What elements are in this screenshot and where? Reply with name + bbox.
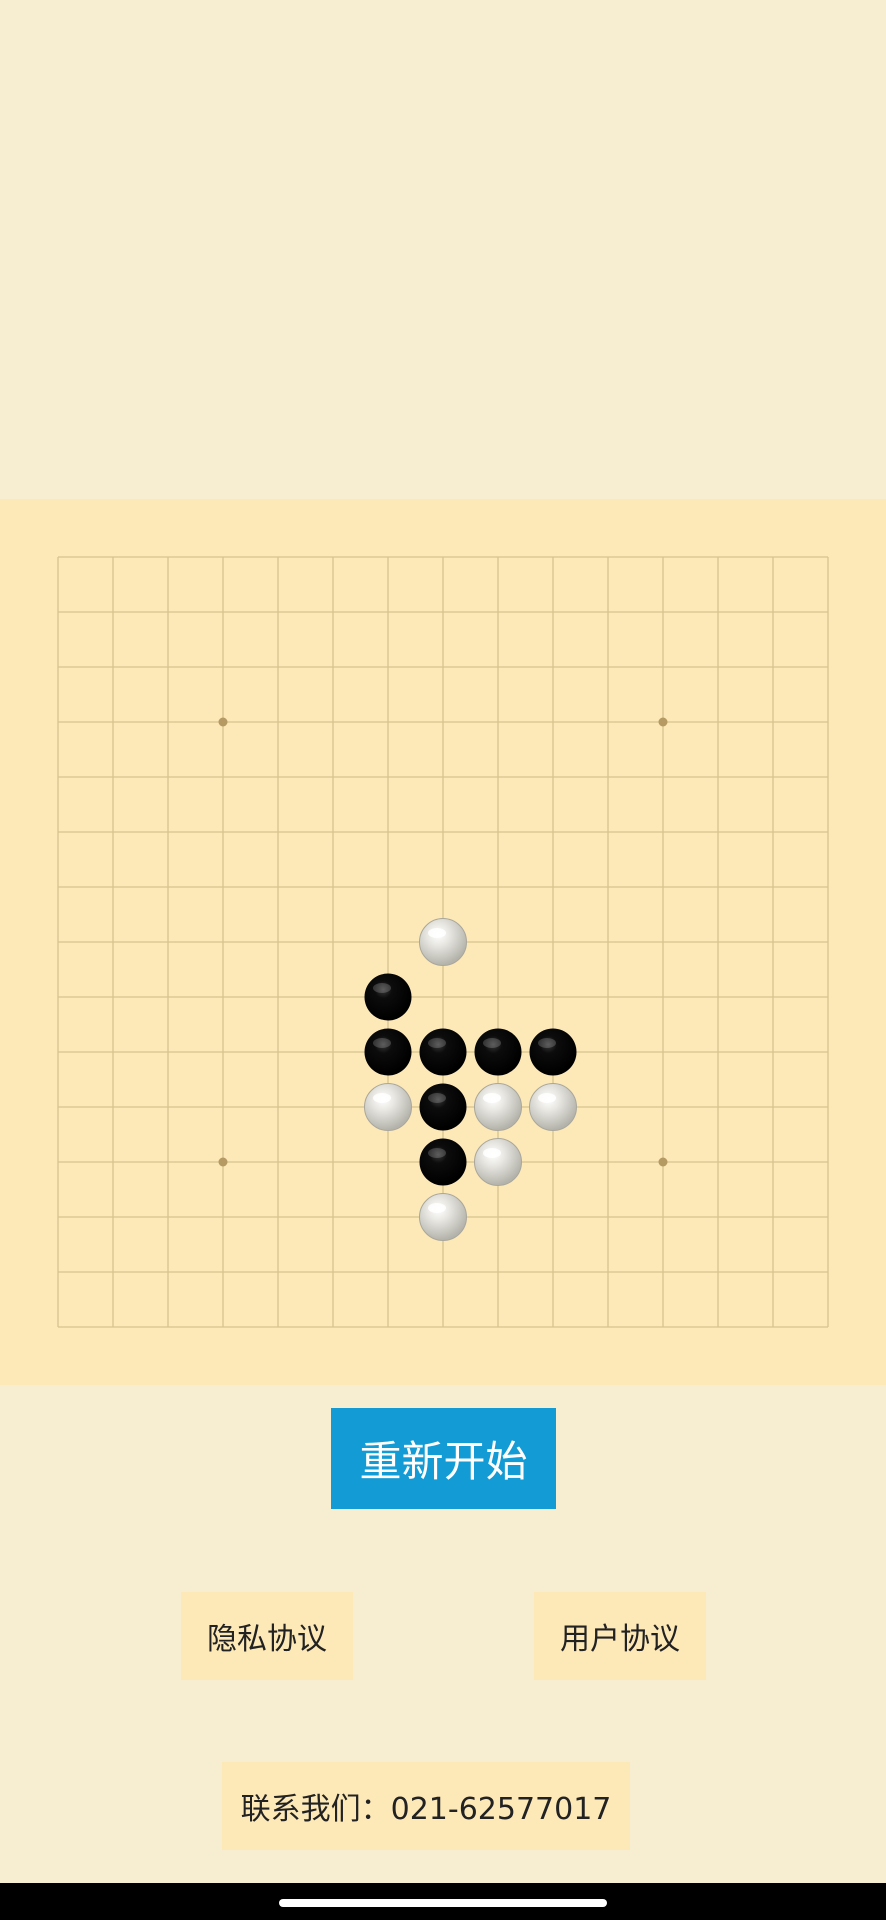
star-point	[658, 717, 668, 727]
white-stone	[419, 1193, 467, 1241]
black-stone	[364, 1028, 412, 1076]
privacy-policy-button[interactable]: 隐私协议	[181, 1592, 353, 1680]
white-stone	[474, 1138, 522, 1186]
gomoku-board[interactable]	[0, 499, 886, 1385]
home-indicator[interactable]	[279, 1899, 607, 1907]
contact-us-button[interactable]: 联系我们：021-62577017	[222, 1762, 630, 1850]
black-stone	[529, 1028, 577, 1076]
black-stone	[364, 973, 412, 1021]
restart-button-label: 重新开始	[359, 1437, 528, 1486]
white-stone	[474, 1083, 522, 1131]
contact-us-label: 联系我们：021-62577017	[240, 1792, 612, 1827]
privacy-policy-label: 隐私协议	[207, 1622, 327, 1657]
gomoku-board-area[interactable]	[0, 499, 886, 1385]
white-stone	[419, 918, 467, 966]
user-agreement-label: 用户协议	[560, 1622, 680, 1657]
black-stone	[419, 1138, 467, 1186]
black-stone	[419, 1083, 467, 1131]
black-stone	[419, 1028, 467, 1076]
white-stone	[364, 1083, 412, 1131]
star-point	[218, 1157, 228, 1167]
black-stone	[474, 1028, 522, 1076]
star-point	[218, 717, 228, 727]
board-stones	[364, 918, 577, 1241]
star-point	[658, 1157, 668, 1167]
user-agreement-button[interactable]: 用户协议	[534, 1592, 706, 1680]
white-stone	[529, 1083, 577, 1131]
restart-button[interactable]: 重新开始	[331, 1408, 556, 1509]
